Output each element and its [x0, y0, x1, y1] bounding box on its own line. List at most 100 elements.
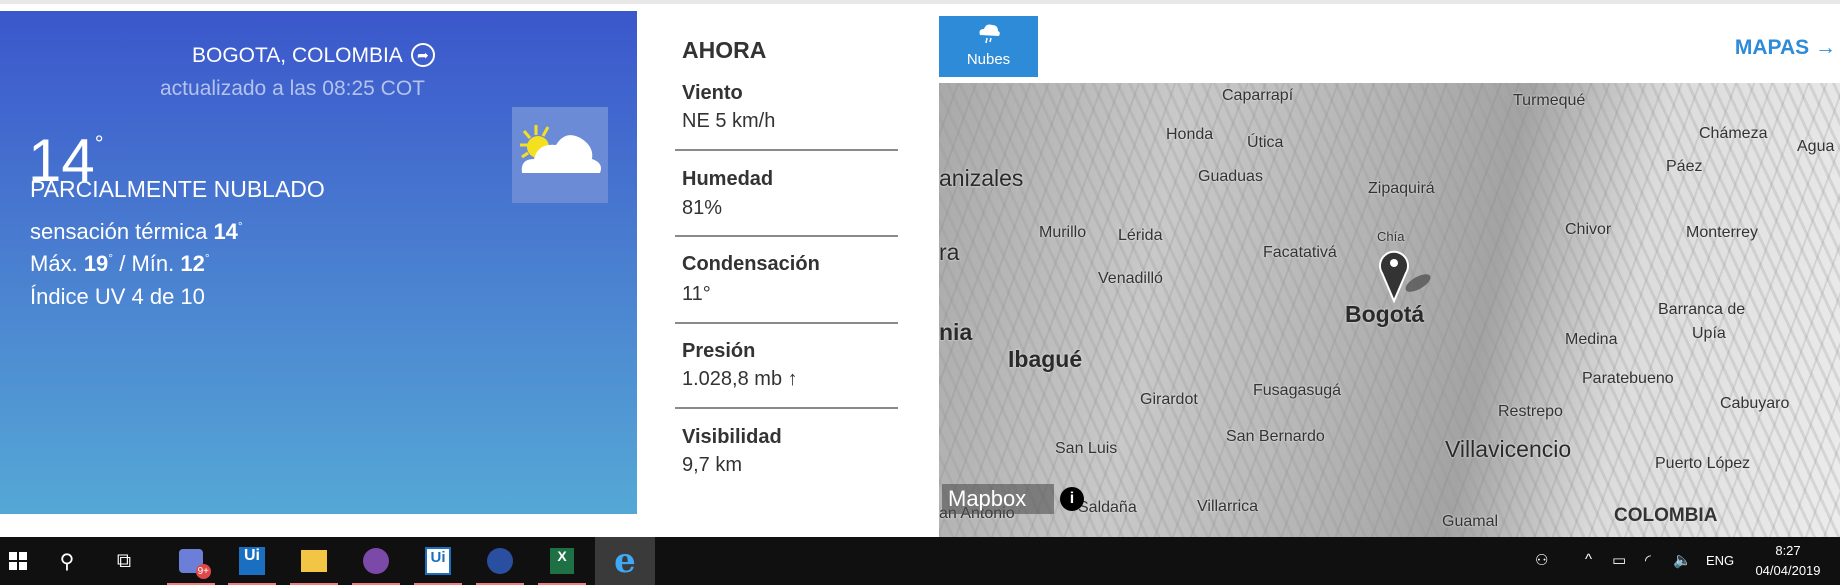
map-label: Ibagué: [1008, 346, 1083, 372]
map-label: Lérida: [1118, 227, 1163, 244]
map-label: Páez: [1666, 158, 1703, 175]
map-label: Restrepo: [1498, 403, 1563, 420]
wind-label: Viento: [682, 82, 743, 104]
uipath-studio-icon[interactable]: Ui: [414, 543, 462, 585]
map-label: Zipaquirá: [1368, 180, 1435, 197]
map-label: COLOMBIA: [1614, 505, 1718, 526]
location-link[interactable]: BOGOTA, COLOMBIA ➦: [192, 43, 435, 68]
map-label: Paratebueno: [1582, 370, 1674, 387]
chevron-up-icon[interactable]: ^: [1585, 551, 1592, 568]
divider: [675, 407, 898, 409]
internet-explorer-icon[interactable]: e: [595, 537, 655, 585]
file-explorer-icon[interactable]: [290, 543, 338, 585]
visibility-value: 9,7 km: [682, 454, 743, 476]
wifi-icon[interactable]: ◜: [1645, 551, 1651, 569]
map-label: Facatativá: [1263, 244, 1337, 261]
clock[interactable]: 8:27 04/04/2019: [1752, 541, 1824, 581]
feels-like: sensación térmica 14°: [30, 219, 243, 245]
arrow-up-icon: ↑: [787, 368, 798, 390]
map-label: Chámeza: [1699, 125, 1768, 142]
excel-icon[interactable]: X: [538, 543, 586, 585]
degree-symbol: °: [94, 131, 104, 156]
map-label: Murillo: [1039, 224, 1087, 241]
taskbar: ⚲ ⧉ 9+ Ui Ui X e ⚇ ^ ▭ ◜ 🔈 ENG 8:27 04/04…: [0, 537, 1840, 585]
clouds-layer-label: Nubes: [966, 51, 1011, 68]
divider: [675, 149, 898, 151]
map-label: ra: [939, 239, 960, 265]
github-icon[interactable]: [352, 543, 400, 585]
map-label: Honda: [1166, 126, 1214, 143]
current-conditions-panel: BOGOTA, COLOMBIA ➦ actualizado a las 08:2…: [0, 11, 637, 514]
clock-time: 8:27: [1775, 543, 1801, 558]
max-label: Máx.: [30, 251, 78, 276]
location-name: BOGOTA, COLOMBIA: [192, 44, 403, 67]
map-label: Saldaña: [1078, 499, 1137, 516]
feels-like-value: 14: [213, 219, 238, 244]
map-label: Venadilló: [1098, 270, 1163, 287]
info-icon[interactable]: i: [1060, 487, 1084, 511]
battery-icon[interactable]: ▭: [1612, 551, 1626, 569]
min-value: 12: [180, 251, 205, 276]
divider: [675, 322, 898, 324]
app-icon-notifications[interactable]: 9+: [167, 543, 215, 585]
map-label: Girardot: [1140, 391, 1198, 408]
now-title: AHORA: [682, 37, 767, 63]
share-arrow-icon[interactable]: ➦: [410, 43, 435, 67]
wind-value: NE 5 km/h: [682, 110, 776, 132]
pressure-value: 1.028,8 mb ↑: [682, 368, 798, 391]
map-label: Cabuyaro: [1720, 395, 1790, 412]
updated-time: actualizado a las 08:25 COT: [160, 77, 425, 100]
map-label: Guamal: [1442, 513, 1499, 530]
people-icon[interactable]: ⚇: [1535, 551, 1548, 569]
map-label: Caparrapí: [1222, 87, 1294, 104]
visibility-label: Visibilidad: [682, 426, 782, 448]
map-label: Chía: [1377, 229, 1405, 244]
map-label: Fusagasugá: [1253, 382, 1342, 399]
volume-icon[interactable]: 🔈: [1673, 551, 1692, 569]
mapbox-logo[interactable]: Mapbox: [942, 484, 1054, 514]
clock-date: 04/04/2019: [1755, 563, 1821, 578]
condition-text: PARCIALMENTE NUBLADO: [30, 176, 325, 202]
map-label: San Luis: [1055, 440, 1118, 457]
notification-badge: 9+: [195, 564, 211, 579]
degree-symbol: °: [204, 251, 210, 265]
map-label: anizales: [939, 165, 1024, 191]
dewpoint-label: Condensación: [682, 253, 820, 275]
search-icon[interactable]: ⚲: [49, 543, 85, 579]
location-pin-icon[interactable]: [1378, 247, 1431, 304]
map-label: Barranca de: [1658, 301, 1746, 318]
map-label: Villavicencio: [1445, 436, 1572, 462]
map-label: Upía: [1692, 325, 1726, 342]
pressure-number: 1.028,8 mb: [682, 368, 783, 390]
thunderbird-icon[interactable]: [476, 543, 524, 585]
top-border: [0, 0, 1840, 4]
uv-index: Índice UV 4 de 10: [30, 284, 205, 309]
humidity-label: Humedad: [682, 168, 774, 190]
windows-start-icon[interactable]: [0, 543, 36, 579]
map-label: nia: [939, 319, 973, 345]
weather-map[interactable]: Caparrapí Turmequé Honda Útica Chámeza A…: [939, 83, 1840, 537]
task-view-icon[interactable]: ⧉: [106, 543, 142, 579]
map-label: Medina: [1565, 331, 1618, 348]
map-label: Agua: [1797, 138, 1835, 155]
partly-cloudy-icon: [512, 107, 608, 203]
map-label: San Bernardo: [1226, 428, 1325, 445]
language-indicator[interactable]: ENG: [1706, 553, 1734, 568]
degree-symbol: °: [108, 251, 114, 265]
map-label: Monterrey: [1686, 224, 1759, 241]
map-label: Útica: [1247, 134, 1284, 151]
pressure-label: Presión: [682, 340, 756, 362]
map-label: Villarrica: [1197, 498, 1259, 515]
maps-link[interactable]: MAPAS →: [1735, 36, 1836, 60]
max-min: Máx. 19° / Mín. 12°: [30, 251, 210, 277]
clouds-layer-button[interactable]: Nubes: [939, 16, 1038, 77]
min-label: / Mín.: [119, 251, 175, 276]
map-label: Bogotá: [1345, 301, 1425, 327]
max-value: 19: [83, 251, 109, 276]
degree-symbol: °: [237, 219, 243, 233]
humidity-value: 81%: [682, 197, 723, 219]
map-label: Guaduas: [1198, 168, 1263, 185]
map-label: Turmequé: [1513, 92, 1586, 109]
uipath-icon[interactable]: Ui: [228, 543, 276, 585]
dewpoint-value: 11°: [682, 283, 711, 305]
